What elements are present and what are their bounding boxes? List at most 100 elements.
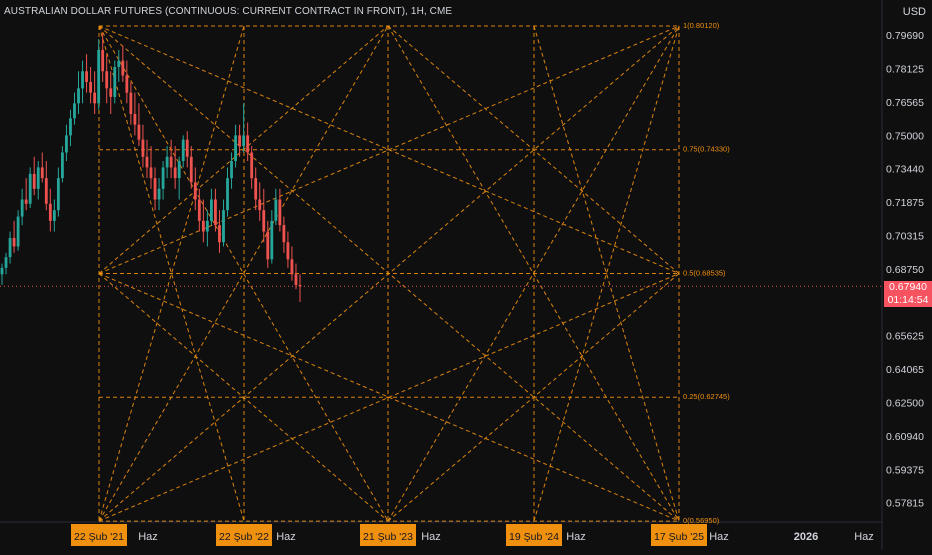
candle-body bbox=[145, 156, 149, 168]
candle-body bbox=[270, 220, 274, 260]
candle-body bbox=[298, 284, 302, 287]
time-axis-label: Haz bbox=[138, 531, 158, 543]
candle-body bbox=[157, 188, 161, 200]
candle-body bbox=[278, 199, 282, 226]
candle-body bbox=[8, 237, 12, 258]
candle-body bbox=[226, 178, 229, 211]
price-tick-label: 0.75000 bbox=[886, 130, 924, 142]
candle-body bbox=[177, 161, 181, 179]
gann-level-label: 1(0.80120) bbox=[683, 21, 720, 30]
price-tick-label: 0.68750 bbox=[886, 264, 924, 276]
candle-body bbox=[65, 135, 68, 153]
candle-body bbox=[133, 114, 137, 125]
candle-body bbox=[73, 103, 76, 119]
candle-body bbox=[153, 178, 157, 200]
candle-body bbox=[121, 60, 125, 76]
date-tag-label: 22 Şub '22 bbox=[219, 531, 269, 543]
candle-body bbox=[193, 182, 197, 200]
price-tick-label: 0.60940 bbox=[886, 431, 924, 443]
candle-body bbox=[81, 71, 84, 89]
gann-level-label: 0.25(0.62745) bbox=[683, 392, 730, 401]
gann-level-label: 0(0.56950) bbox=[683, 516, 720, 525]
candle-body bbox=[44, 178, 48, 204]
candle-body bbox=[258, 199, 262, 211]
candle-body bbox=[12, 237, 16, 247]
candle-body bbox=[201, 220, 205, 232]
candle-body bbox=[274, 199, 278, 221]
date-tag-label: 17 Şub '25 bbox=[654, 531, 704, 543]
price-tick-label: 0.59375 bbox=[886, 464, 924, 476]
candle-body bbox=[109, 88, 113, 97]
candle-body bbox=[173, 167, 177, 179]
price-tick-label: 0.70315 bbox=[886, 230, 924, 242]
candle-body bbox=[242, 135, 246, 147]
candle-body bbox=[16, 216, 20, 247]
candle-body bbox=[169, 156, 173, 168]
candle-body bbox=[32, 173, 36, 189]
price-tick-label: 0.79690 bbox=[886, 30, 924, 42]
countdown-tag: 01:14:54 bbox=[884, 294, 932, 307]
gann-level-label: 0.75(0.74330) bbox=[683, 145, 730, 154]
candle-body bbox=[137, 124, 141, 140]
price-tick-label: 0.64065 bbox=[886, 364, 924, 376]
candle-body bbox=[165, 156, 169, 168]
candle-body bbox=[85, 71, 88, 82]
time-axis-label: Haz bbox=[854, 531, 874, 543]
candle-body bbox=[20, 199, 24, 217]
candle-body bbox=[60, 152, 64, 179]
candle-body bbox=[56, 178, 60, 211]
candle-body bbox=[205, 220, 209, 232]
time-axis-label: Haz bbox=[276, 531, 296, 543]
candle-body bbox=[262, 210, 266, 232]
candle-body bbox=[250, 152, 254, 179]
candle-body bbox=[185, 139, 189, 157]
candle-body bbox=[222, 210, 225, 243]
candle-body bbox=[238, 135, 242, 147]
candle-body bbox=[181, 139, 185, 162]
candle-body bbox=[89, 81, 93, 93]
candle-body bbox=[105, 71, 109, 89]
price-tick-label: 0.76565 bbox=[886, 97, 924, 109]
candle-body bbox=[189, 156, 193, 183]
candle-body bbox=[266, 231, 270, 260]
candle-body bbox=[149, 167, 153, 179]
candle-body bbox=[125, 75, 129, 93]
plot-svg[interactable]: 0.79690 0.78125 0.76565 0.75000 0.73440 0.718… bbox=[0, 0, 932, 550]
candle-body bbox=[129, 92, 133, 115]
candle-body bbox=[161, 167, 165, 189]
candle-body bbox=[290, 259, 294, 275]
date-tag-label: 22 Şub '21 bbox=[74, 531, 124, 543]
date-tag-label: 19 Şub '24 bbox=[509, 531, 559, 543]
candle-body bbox=[4, 257, 8, 268]
candle-body bbox=[40, 167, 44, 179]
candle-body bbox=[254, 178, 258, 200]
candle-body bbox=[0, 267, 4, 275]
candle-body bbox=[36, 167, 40, 189]
current-price-tag: 0.67940 bbox=[884, 281, 932, 294]
candle-body bbox=[286, 242, 290, 260]
price-tick-label: 0.73440 bbox=[886, 164, 924, 176]
price-tick-label: 0.57815 bbox=[886, 498, 924, 510]
candle-body bbox=[24, 199, 28, 204]
candle-body bbox=[294, 274, 298, 285]
chart-title: AUSTRALIAN DOLLAR FUTURES (CONTINUOUS: C… bbox=[4, 6, 453, 17]
time-axis-label: Haz bbox=[709, 531, 729, 543]
time-axis-label: Haz bbox=[421, 531, 441, 543]
candle-body bbox=[246, 135, 250, 153]
candle-body bbox=[113, 67, 117, 97]
candle-body bbox=[230, 161, 233, 179]
candle-body bbox=[93, 92, 97, 104]
candle-body bbox=[197, 199, 201, 221]
candle-body bbox=[218, 225, 221, 243]
chart-area[interactable]: 0.79690 0.78125 0.76565 0.75000 0.73440 0.718… bbox=[0, 0, 932, 550]
currency-label: USD bbox=[902, 6, 926, 18]
price-tick-label: 0.65625 bbox=[886, 331, 924, 343]
price-tick-label: 0.78125 bbox=[886, 64, 924, 76]
candle-body bbox=[141, 139, 145, 157]
price-tick-label: 0.62500 bbox=[886, 397, 924, 409]
candle-body bbox=[209, 199, 213, 221]
candle-body bbox=[77, 88, 80, 104]
time-axis-label: Haz bbox=[566, 531, 586, 543]
date-tag-label: 21 Şub '23 bbox=[363, 531, 413, 543]
candle-body bbox=[234, 135, 237, 162]
